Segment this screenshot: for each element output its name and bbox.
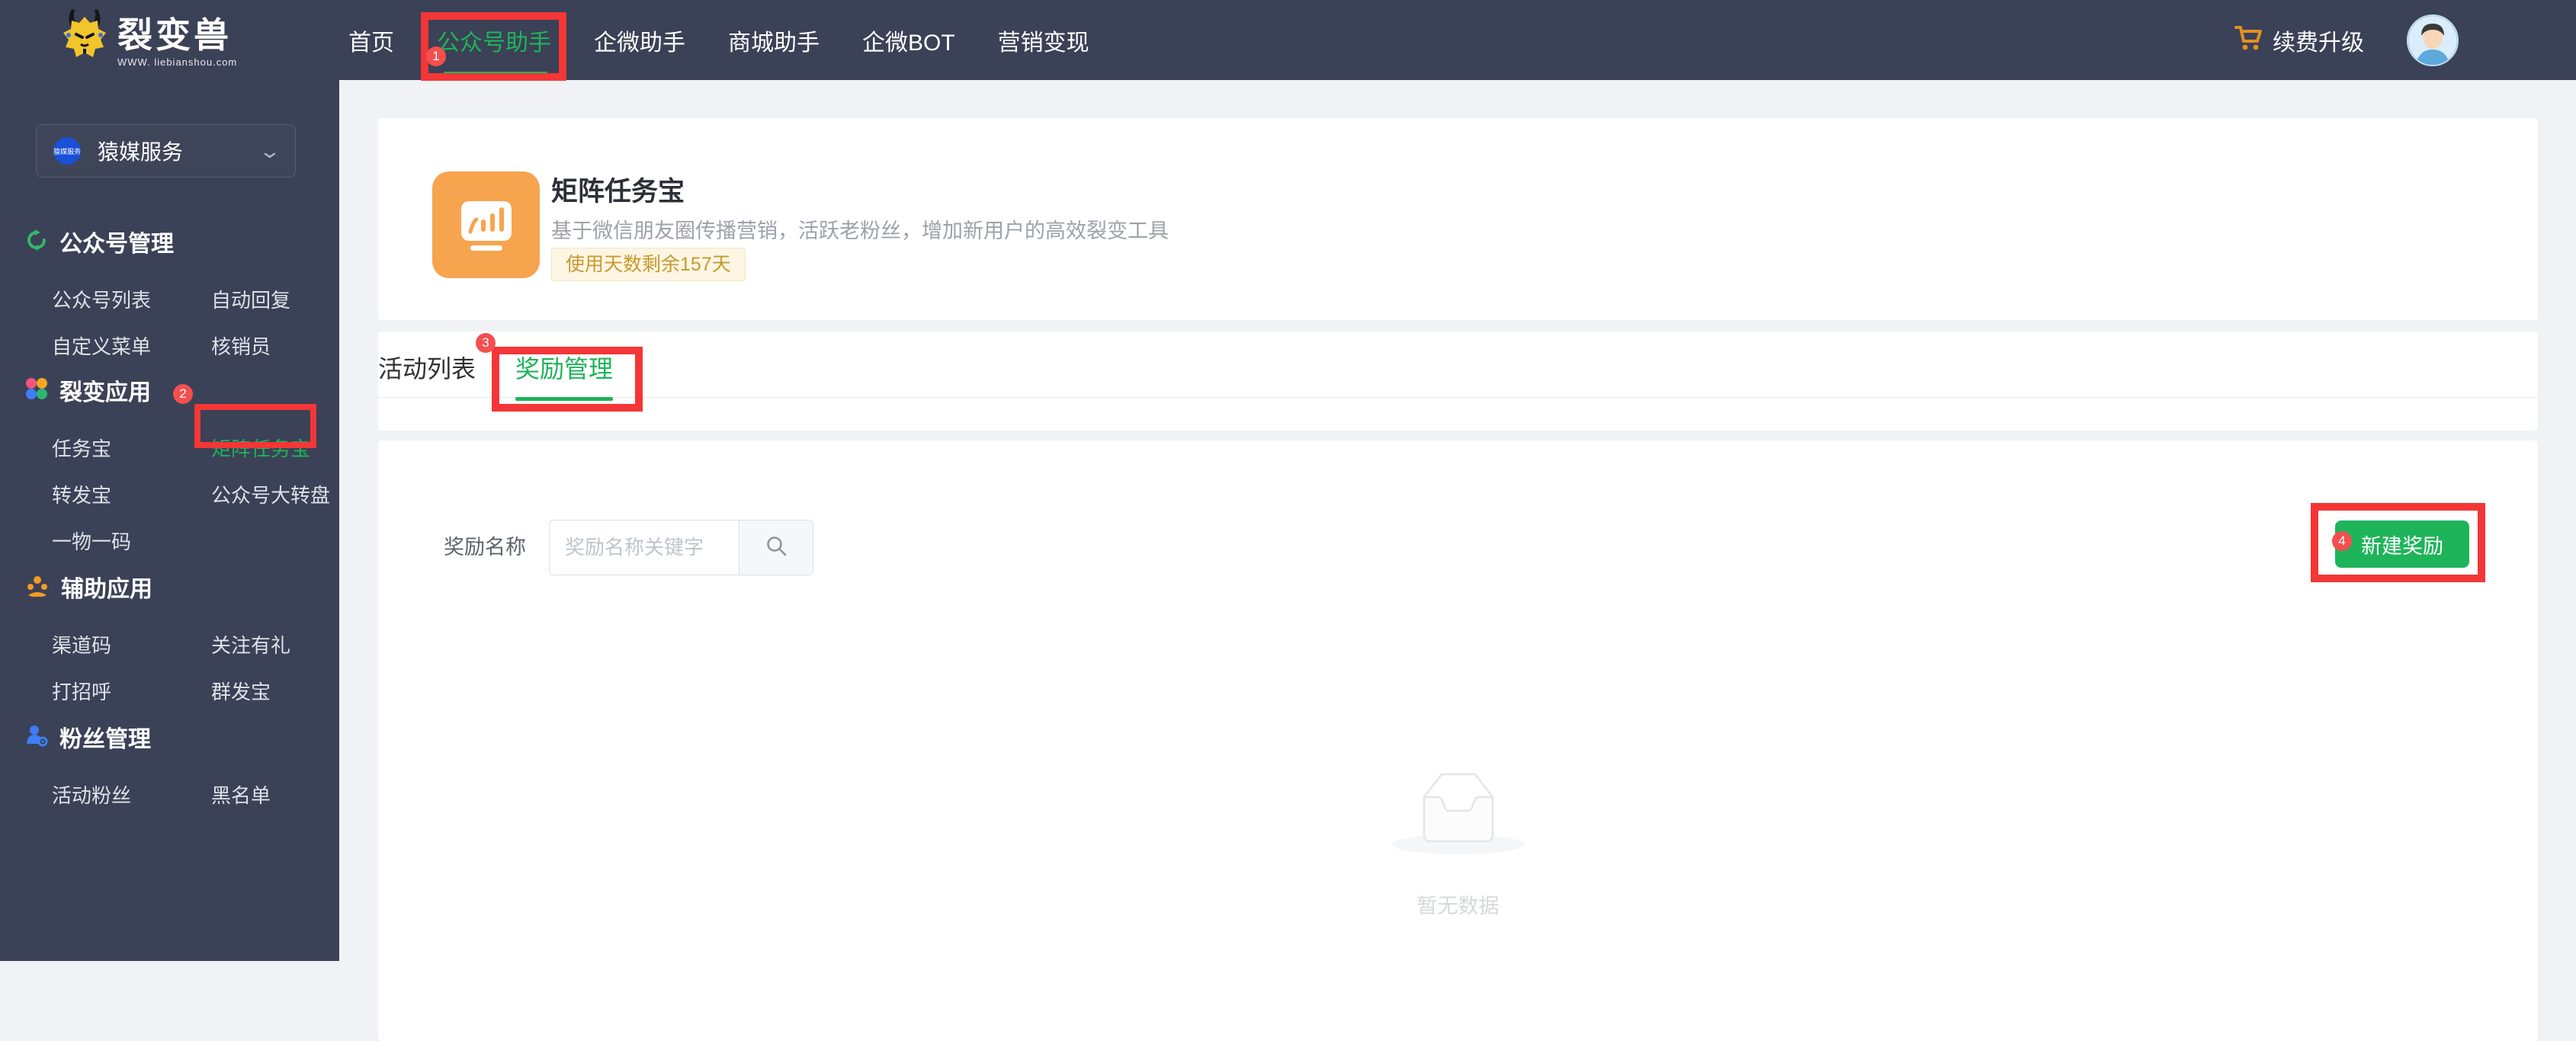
beast-logo-icon — [61, 6, 108, 72]
sidebar-item-mass-send-treasure[interactable]: 群发宝 — [211, 681, 339, 703]
nav-item-mall-assistant[interactable]: 商城助手 — [728, 24, 820, 57]
nav-item-wecom-bot[interactable]: 企微BOT — [862, 24, 955, 57]
section-title-auxiliary-apps: 辅助应用 — [61, 577, 152, 602]
section-title-fission-apps: 裂变应用 — [59, 380, 151, 405]
main-content: 矩阵任务宝 基于微信朋友圈传播营销，活跃老粉丝，增加新用户的高效裂变工具 使用天… — [339, 80, 2576, 1041]
active-nav-indicator — [440, 72, 551, 80]
reward-name-label: 奖励名称 — [444, 536, 526, 559]
workspace-selector[interactable]: 猿媒服务 猿媒服务 ⌄ — [36, 124, 296, 178]
renew-upgrade-button[interactable]: 续费升级 — [2234, 24, 2364, 57]
sidebar-item-custom-menu[interactable]: 自定义菜单 — [52, 335, 211, 358]
sidebar-item-task-treasure[interactable]: 任务宝 — [52, 437, 211, 460]
cart-icon — [2234, 24, 2263, 56]
empty-text: 暂无数据 — [1416, 895, 1500, 918]
user-avatar[interactable] — [2407, 14, 2459, 66]
sidebar-item-activity-fans[interactable]: 活动粉丝 — [52, 784, 211, 807]
sidebar-item-verifier[interactable]: 核销员 — [211, 335, 339, 358]
section-title-fans-management: 粉丝管理 — [59, 727, 151, 752]
top-navbar: 裂变兽 WWW. liebianshou.com 首页 公众号助手 企微助手 商… — [0, 0, 2576, 80]
sidebar-item-greeting[interactable]: 打招呼 — [52, 681, 211, 703]
empty-box-icon — [1390, 773, 1527, 861]
chevron-down-icon: ⌄ — [258, 139, 282, 162]
search-button[interactable] — [739, 520, 813, 575]
sidebar-item-matrix-task-treasure[interactable]: 矩阵任务宝 — [211, 437, 339, 460]
group-icon — [25, 574, 50, 601]
tab-reward-management[interactable]: 奖励管理 — [515, 338, 614, 401]
days-remaining-badge: 使用天数剩余157天 — [551, 248, 746, 281]
brand-logo[interactable]: 裂变兽 WWW. liebianshou.com — [61, 6, 237, 72]
user-gear-icon — [25, 724, 48, 751]
sidebar-item-channel-code[interactable]: 渠道码 — [52, 634, 211, 657]
reward-search-input[interactable] — [550, 520, 739, 575]
main-menu: 首页 公众号助手 企微助手 商城助手 企微BOT 营销变现 — [348, 0, 1089, 80]
app-header-card: 矩阵任务宝 基于微信朋友圈传播营销，活跃老粉丝，增加新用户的高效裂变工具 使用天… — [378, 118, 2538, 320]
nav-item-marketing-monetization[interactable]: 营销变现 — [998, 24, 1089, 57]
sidebar-item-official-account-list[interactable]: 公众号列表 — [52, 289, 211, 312]
create-reward-button[interactable]: 新建奖励 — [2335, 520, 2469, 568]
nav-item-official-account-assistant[interactable]: 公众号助手 — [437, 24, 551, 57]
empty-state: 暂无数据 — [378, 761, 2538, 919]
brand-url: WWW. liebianshou.com — [117, 56, 238, 68]
sidebar: 猿媒服务 猿媒服务 ⌄ 公众号管理 公众号列表 自动回复 自定义菜单 核销员 裂… — [0, 80, 339, 961]
sidebar-item-lucky-wheel[interactable]: 公众号大转盘 — [211, 484, 339, 507]
sidebar-item-forward-treasure[interactable]: 转发宝 — [52, 484, 211, 507]
reward-search-group — [549, 520, 813, 575]
clover-icon — [25, 377, 48, 404]
tab-activity-list[interactable]: 活动列表 — [378, 338, 476, 397]
workspace-avatar: 猿媒服务 — [53, 137, 81, 165]
matrix-task-app-icon — [432, 171, 540, 278]
brand-name: 裂变兽 — [117, 15, 232, 55]
page-title: 矩阵任务宝 — [551, 177, 685, 207]
page-description: 基于微信朋友圈传播营销，活跃老粉丝，增加新用户的高效裂变工具 — [551, 219, 1169, 242]
sidebar-item-auto-reply[interactable]: 自动回复 — [211, 289, 339, 312]
section-title-official-account-management: 公众号管理 — [59, 232, 174, 257]
nav-item-home[interactable]: 首页 — [348, 24, 394, 57]
sidebar-item-follow-gift[interactable]: 关注有礼 — [211, 634, 339, 657]
nav-item-wecom-assistant[interactable]: 企微助手 — [594, 24, 685, 57]
sidebar-item-blacklist[interactable]: 黑名单 — [211, 784, 339, 807]
sync-icon — [25, 229, 48, 255]
search-icon — [765, 534, 788, 561]
reward-panel: 奖励名称 新建奖励 暂无数据 — [378, 440, 2538, 1041]
tab-strip: 活动列表 奖励管理 — [378, 332, 2538, 431]
sidebar-item-one-item-one-code[interactable]: 一物一码 — [52, 530, 211, 553]
